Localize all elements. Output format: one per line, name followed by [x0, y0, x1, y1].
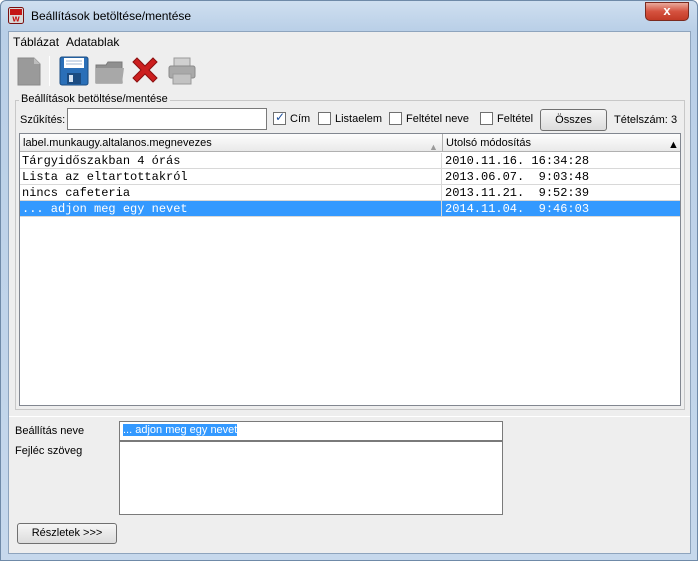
checkbox-feltetel-neve[interactable]	[389, 112, 402, 125]
setting-name-value: ... adjon meg egy nevet	[123, 424, 238, 436]
menu-bar: Táblázat Adatablak	[9, 32, 690, 52]
item-count-label: Tételszám:	[614, 114, 668, 126]
cell-modified: 2013.06.07. 9:03:48	[445, 170, 590, 184]
app-logo-icon: W	[8, 7, 24, 24]
filter-label: Szűkítés:	[20, 114, 66, 126]
table-row[interactable]: Tárgyidőszakban 4 órás 2010.11.16. 16:34…	[20, 153, 680, 169]
column-header-name[interactable]: label.munkaugy.altalanos.megnevezes ▲	[20, 134, 443, 152]
title-bar[interactable]: W Beállítások betöltése/mentése x	[1, 1, 697, 31]
app-window: W Beállítások betöltése/mentése x Tábláz…	[0, 0, 698, 561]
setting-name-label: Beállítás neve	[15, 425, 85, 437]
close-button[interactable]: x	[645, 2, 689, 21]
header-text-label: Fejléc szöveg	[15, 445, 83, 457]
settings-table: label.munkaugy.altalanos.megnevezes ▲ Ut…	[19, 133, 681, 406]
open-folder-icon[interactable]	[95, 56, 125, 86]
save-disk-icon[interactable]	[59, 56, 89, 86]
sort-up-active-icon: ▲	[668, 139, 679, 151]
table-row-selected[interactable]: ... adjon meg egy nevet 2014.11.04. 9:46…	[20, 201, 680, 217]
column-header-modified-label: Utolsó módosítás	[446, 137, 531, 149]
item-count-value: 3	[671, 114, 678, 126]
details-button[interactable]: Részletek >>>	[17, 523, 117, 544]
setting-name-input[interactable]: ... adjon meg egy nevet	[119, 421, 503, 441]
header-text-area[interactable]	[119, 441, 503, 515]
print-icon[interactable]	[167, 56, 197, 86]
column-header-name-label: label.munkaugy.altalanos.megnevezes	[23, 137, 212, 149]
group-title: Beállítások betöltése/mentése	[19, 93, 170, 105]
cell-modified: 2010.11.16. 16:34:28	[445, 154, 590, 168]
new-document-icon[interactable]	[15, 56, 45, 86]
column-header-modified[interactable]: Utolsó módosítás ▲	[443, 134, 680, 152]
table-header: label.munkaugy.altalanos.megnevezes ▲ Ut…	[20, 134, 680, 152]
cell-name: ... adjon meg egy nevet	[20, 201, 442, 217]
table-row[interactable]: Lista az eltartottakról 2013.06.07. 9:03…	[20, 169, 680, 185]
filter-input[interactable]	[67, 108, 267, 130]
checkbox-feltetel[interactable]	[480, 112, 493, 125]
checkbox-listaelem-label: Listaelem	[335, 113, 383, 125]
checkbox-cim[interactable]	[273, 110, 286, 125]
cell-modified: 2014.11.04. 9:46:03	[445, 202, 590, 216]
close-icon: x	[663, 3, 671, 18]
all-button[interactable]: Összes	[540, 109, 607, 131]
checkbox-feltetel-neve-label: Feltétel neve	[406, 113, 469, 125]
menu-tablazat[interactable]: Táblázat	[13, 35, 59, 49]
section-divider	[9, 416, 690, 417]
toolbar-separator	[49, 56, 50, 86]
svg-text:W: W	[12, 16, 20, 24]
cell-modified: 2013.11.21. 9:52:39	[445, 186, 590, 200]
client-area: Táblázat Adatablak Beállítások betöltése…	[8, 31, 691, 554]
delete-x-icon[interactable]	[130, 56, 160, 86]
menu-adatablak[interactable]: Adatablak	[66, 35, 119, 49]
cell-name: Tárgyidőszakban 4 órás	[20, 153, 442, 169]
cell-name: Lista az eltartottakról	[20, 169, 442, 185]
table-row[interactable]: nincs cafeteria 2013.11.21. 9:52:39	[20, 185, 680, 201]
cell-name: nincs cafeteria	[20, 185, 442, 201]
checkbox-cim-label: Cím	[290, 113, 311, 125]
window-title: Beállítások betöltése/mentése	[31, 9, 192, 23]
toolbar	[9, 52, 690, 90]
checkbox-feltetel-label: Feltétel	[497, 113, 534, 125]
checkbox-listaelem[interactable]	[318, 112, 331, 125]
